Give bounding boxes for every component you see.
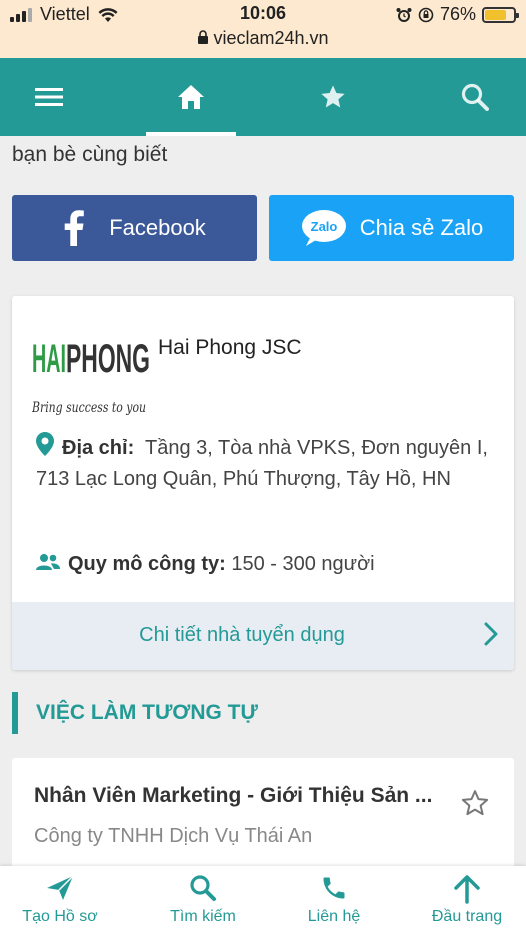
nav-contact[interactable]: Liên hệ: [279, 866, 389, 935]
location-pin-icon: [36, 432, 54, 456]
nav-search[interactable]: Tìm kiếm: [148, 866, 258, 935]
battery-percent: 76%: [439, 4, 476, 24]
address-bar[interactable]: vieclam24h.vn: [0, 28, 526, 49]
send-icon: [47, 875, 74, 900]
nav-create-profile[interactable]: Tạo Hồ sơ: [5, 866, 115, 935]
company-address: Địa chỉ: Tầng 3, Tòa nhà VPKS, Đơn nguyê…: [36, 432, 496, 495]
chevron-right-icon: [484, 622, 498, 646]
job-title[interactable]: Nhân Viên Marketing - Giới Thiệu Sản ...: [34, 784, 444, 808]
logo-tagline: Bring success to you: [32, 400, 146, 416]
lock-icon: [198, 30, 209, 44]
nav-label: Tìm kiếm: [170, 908, 236, 925]
company-card: HAI PHONG Bring success to you Hai Phong…: [12, 296, 514, 670]
similar-jobs-heading: VIỆC LÀM TƯƠNG TỰ: [12, 692, 258, 734]
nav-label: Liên hệ: [307, 908, 361, 925]
rotation-lock-icon: [418, 7, 434, 22]
bottom-navigation: Tạo Hồ sơ Tìm kiếm Liên hệ Đầu trang: [0, 866, 526, 935]
logo-text-hai: HAI: [32, 337, 66, 381]
job-card[interactable]: Nhân Viên Marketing - Giới Thiệu Sản ...…: [12, 758, 514, 878]
company-name[interactable]: Hai Phong JSC: [158, 336, 302, 360]
users-icon: [36, 554, 60, 570]
address-label: Địa chỉ:: [62, 437, 135, 459]
home-icon: [178, 85, 204, 109]
phone-icon: [323, 877, 345, 899]
status-bar: Viettel 10:06 vieclam24h.vn 76%: [0, 0, 526, 58]
alarm-icon: [396, 7, 412, 22]
company-scale: Quy mô công ty: 150 - 300 người: [36, 549, 375, 580]
nav-back-to-top[interactable]: Đầu trang: [412, 866, 522, 935]
arrow-up-icon: [454, 875, 480, 904]
zalo-share-button[interactable]: Zalo Chia sẻ Zalo: [269, 195, 514, 261]
facebook-label: Facebook: [109, 215, 206, 240]
favorites-button[interactable]: [288, 58, 378, 136]
battery-icon: [482, 6, 519, 23]
logo-text-phong: PHONG: [66, 337, 150, 381]
zalo-logo-text: Zalo: [310, 219, 337, 234]
save-job-star-icon[interactable]: [460, 788, 490, 818]
zalo-label: Chia sẻ Zalo: [359, 215, 484, 240]
facebook-icon: [64, 210, 84, 246]
nav-label: Đầu trang: [431, 908, 503, 925]
url-text: vieclam24h.vn: [213, 28, 329, 48]
search-icon: [461, 83, 489, 111]
job-company: Công ty TNHH Dịch Vụ Thái An: [34, 825, 313, 847]
facebook-share-button[interactable]: Facebook: [12, 195, 257, 261]
menu-icon: [35, 88, 63, 106]
company-logo: HAI PHONG Bring success to you: [32, 337, 150, 416]
employer-detail-label: Chi tiết nhà tuyển dụng: [139, 624, 345, 646]
search-icon: [190, 875, 216, 901]
employer-detail-link[interactable]: Chi tiết nhà tuyển dụng: [12, 602, 514, 670]
share-text: bạn bè cùng biết: [12, 143, 168, 166]
menu-button[interactable]: [4, 58, 94, 136]
app-header: [0, 58, 526, 136]
scale-value: 150 - 300 người: [231, 553, 375, 575]
home-button[interactable]: [146, 58, 236, 136]
zalo-icon: Zalo: [301, 210, 346, 246]
status-right: 76%: [396, 4, 519, 25]
scale-label: Quy mô công ty:: [68, 553, 226, 575]
search-button[interactable]: [430, 58, 520, 136]
nav-label: Tạo Hồ sơ: [22, 908, 98, 925]
star-icon: [321, 85, 345, 108]
